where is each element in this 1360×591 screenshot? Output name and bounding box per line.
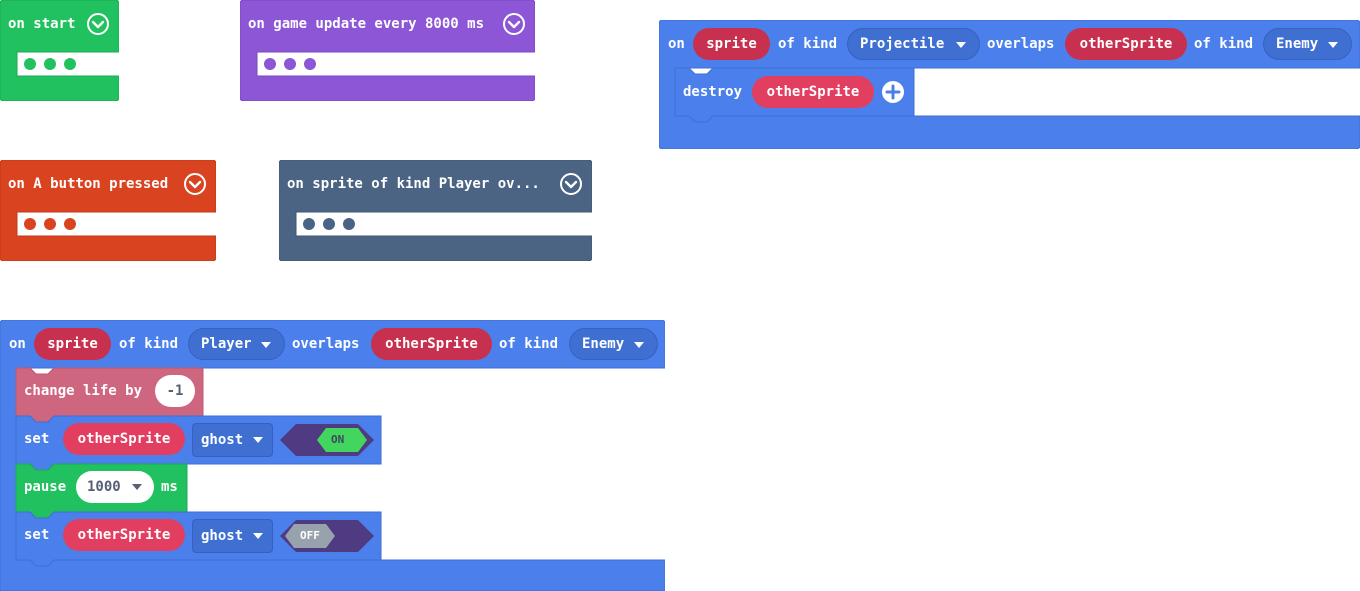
collapsed-dot: [264, 58, 276, 70]
of-kind-label: of kind: [778, 36, 838, 52]
set-label: set: [24, 431, 50, 447]
event-on-label: on: [9, 336, 26, 352]
overlaps-label: overlaps: [987, 36, 1055, 52]
other-sprite-variable-label: otherSprite: [1079, 36, 1173, 52]
sprite-flag-dropdown[interactable]: ghost: [192, 423, 273, 457]
kind-dropdown-player[interactable]: Player: [188, 328, 285, 360]
toggle-on-switch[interactable]: [280, 424, 374, 456]
pause-duration-value: 1000: [87, 479, 121, 495]
kind-dropdown-label: Enemy: [582, 336, 625, 352]
toggle-off-label: OFF: [300, 529, 320, 542]
sprite-flag-label: ghost: [201, 528, 244, 544]
set-target-variable[interactable]: otherSprite: [63, 423, 185, 455]
collapsed-dot: [24, 218, 36, 230]
toggle-on-label: ON: [331, 433, 345, 446]
collapsed-dot: [24, 58, 36, 70]
overlaps-label: overlaps: [292, 336, 360, 352]
chevron-down-icon[interactable]: [183, 172, 207, 196]
pause-duration-dropdown[interactable]: 1000: [76, 471, 154, 503]
life-change-input[interactable]: -1: [155, 375, 195, 407]
chevron-down-icon[interactable]: [86, 12, 110, 36]
of-kind-label: of kind: [1194, 36, 1254, 52]
on-start-block[interactable]: on start: [0, 0, 119, 101]
chevron-down-icon[interactable]: [559, 172, 583, 196]
caret-down-icon: [634, 342, 644, 348]
game-update-block[interactable]: on game update every 8000 ms: [240, 0, 535, 101]
a-button-label: on A button pressed: [8, 176, 169, 192]
collapsed-dot: [343, 218, 355, 230]
kind-dropdown-label: Enemy: [1276, 36, 1319, 52]
collapsed-overlap-block[interactable]: on sprite of kind Player ov...: [279, 160, 592, 261]
collapsed-dot: [323, 218, 335, 230]
event-on-label: on: [668, 36, 685, 52]
set-label: set: [24, 527, 50, 543]
collapsed-dot: [44, 218, 56, 230]
sprite-variable[interactable]: sprite: [693, 28, 770, 60]
set-target-label: otherSprite: [77, 527, 171, 543]
other-sprite-variable[interactable]: otherSprite: [371, 328, 492, 360]
sprite-flag-label: ghost: [201, 432, 244, 448]
change-life-label: change life by: [24, 383, 143, 399]
collapsed-overlap-label: on sprite of kind Player ov...: [287, 176, 540, 192]
kind-dropdown-enemy[interactable]: Enemy: [1263, 28, 1352, 60]
destroy-target-variable[interactable]: otherSprite: [752, 76, 874, 108]
player-overlap-block[interactable]: on sprite of kind Player overlaps otherS…: [0, 320, 665, 591]
caret-down-icon: [261, 342, 271, 348]
destroy-label: destroy: [683, 84, 743, 100]
caret-down-icon: [253, 437, 263, 443]
of-kind-label: of kind: [499, 336, 559, 352]
other-sprite-variable[interactable]: otherSprite: [1065, 28, 1187, 60]
other-sprite-variable-label: otherSprite: [385, 336, 478, 352]
collapsed-dot: [304, 58, 316, 70]
game-update-label: on game update every 8000 ms: [248, 16, 485, 32]
collapsed-dot: [44, 58, 56, 70]
set-target-label: otherSprite: [77, 431, 171, 447]
sprite-variable-label: sprite: [47, 336, 98, 352]
chevron-down-icon[interactable]: [502, 12, 526, 36]
collapsed-dot: [64, 58, 76, 70]
projectile-overlap-block[interactable]: on sprite of kind Projectile overlaps ot…: [659, 20, 1360, 149]
life-change-value: -1: [166, 383, 184, 399]
pause-label: pause: [24, 479, 67, 495]
caret-down-icon: [1328, 42, 1338, 48]
kind-dropdown-projectile[interactable]: Projectile: [847, 28, 980, 60]
toggle-off-switch[interactable]: [280, 520, 374, 552]
kind-dropdown-label: Projectile: [860, 36, 945, 52]
sprite-flag-dropdown[interactable]: ghost: [192, 519, 273, 553]
destroy-target-label: otherSprite: [766, 84, 860, 100]
caret-down-icon: [956, 42, 966, 48]
caret-down-icon: [132, 484, 142, 490]
caret-down-icon: [253, 533, 263, 539]
collapsed-dot: [64, 218, 76, 230]
on-start-label: on start: [8, 16, 76, 32]
collapsed-dot: [284, 58, 296, 70]
set-target-variable[interactable]: otherSprite: [63, 519, 185, 551]
collapsed-dot: [303, 218, 315, 230]
sprite-variable[interactable]: sprite: [34, 328, 111, 360]
kind-dropdown-label: Player: [201, 336, 252, 352]
sprite-variable-label: sprite: [706, 36, 757, 52]
a-button-block[interactable]: on A button pressed: [0, 160, 216, 261]
kind-dropdown-enemy[interactable]: Enemy: [569, 328, 658, 360]
pause-unit-label: ms: [161, 479, 178, 495]
of-kind-label: of kind: [119, 336, 179, 352]
plus-circle-icon[interactable]: [881, 80, 905, 104]
